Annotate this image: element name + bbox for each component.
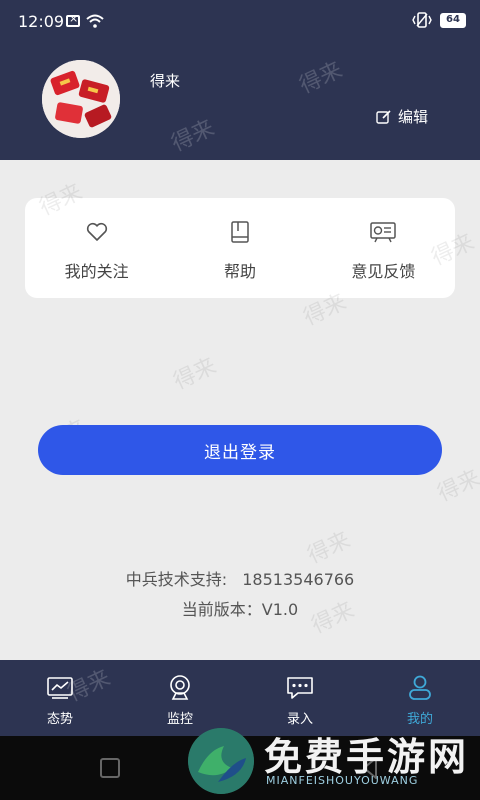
user-icon bbox=[408, 674, 432, 702]
tab-label: 录入 bbox=[286, 712, 313, 727]
version-info: 当前版本：V1.0 bbox=[181, 600, 299, 619]
tab-monitor[interactable]: 监控 bbox=[120, 660, 240, 736]
username: 得来 bbox=[150, 72, 181, 90]
my-follows-button[interactable]: 我的关注 bbox=[25, 198, 168, 298]
profile-header: 12:09 64 bbox=[0, 0, 480, 160]
wifi-icon bbox=[86, 14, 104, 28]
edit-profile-button[interactable]: 编辑 bbox=[376, 106, 428, 127]
avatar[interactable] bbox=[42, 60, 120, 138]
promo-title: 免费手游网 bbox=[264, 734, 470, 779]
watermark: 得来 bbox=[433, 465, 480, 507]
help-label: 帮助 bbox=[223, 262, 256, 281]
status-time: 12:09 bbox=[18, 12, 65, 31]
help-button[interactable]: 帮助 bbox=[168, 198, 311, 298]
feedback-button[interactable]: 意见反馈 bbox=[312, 198, 455, 298]
tab-label: 态势 bbox=[46, 712, 73, 727]
edit-label: 编辑 bbox=[398, 108, 429, 126]
watermark: 得来 bbox=[167, 115, 219, 157]
feedback-icon bbox=[370, 220, 397, 244]
tab-situation[interactable]: 态势 bbox=[0, 660, 120, 736]
tab-label: 监控 bbox=[166, 712, 193, 727]
watermark: 得来 bbox=[303, 527, 355, 569]
support-label: 中兵技术支持: bbox=[125, 570, 228, 589]
message-icon bbox=[286, 674, 314, 702]
bottom-tab-bar: 态势 监控 录入 我的 得来 bbox=[0, 660, 480, 736]
promo-logo bbox=[188, 728, 254, 794]
status-bar: 12:09 64 bbox=[0, 0, 480, 44]
status-left-icons bbox=[66, 12, 104, 28]
battery-indicator: 64 bbox=[440, 12, 466, 28]
book-icon bbox=[230, 220, 250, 244]
edit-icon bbox=[376, 109, 391, 124]
chart-icon bbox=[47, 674, 73, 702]
heart-icon bbox=[86, 220, 108, 244]
quick-actions-card: 我的关注 帮助 意见反馈 bbox=[25, 198, 455, 298]
notification-icon bbox=[66, 12, 80, 27]
feedback-label: 意见反馈 bbox=[351, 262, 416, 281]
tab-mine[interactable]: 我的 bbox=[360, 660, 480, 736]
camera-icon bbox=[168, 674, 192, 702]
recent-apps-button[interactable] bbox=[100, 758, 120, 778]
my-follows-label: 我的关注 bbox=[64, 262, 129, 281]
tab-label: 我的 bbox=[406, 712, 433, 727]
status-right-icons: 64 bbox=[412, 12, 466, 28]
watermark: 得来 bbox=[169, 353, 221, 395]
promo-subtitle: MIANFEISHOUYOUWANG bbox=[266, 774, 419, 787]
vibrate-icon bbox=[412, 12, 432, 28]
tab-entry[interactable]: 录入 bbox=[240, 660, 360, 736]
support-info: 中兵技术支持: 18513546766 bbox=[0, 566, 480, 590]
avatar-image bbox=[42, 60, 120, 138]
watermark: 得来 bbox=[295, 57, 347, 99]
logout-button[interactable]: 退出登录 bbox=[38, 425, 442, 475]
support-phone: 18513546766 bbox=[242, 570, 355, 589]
